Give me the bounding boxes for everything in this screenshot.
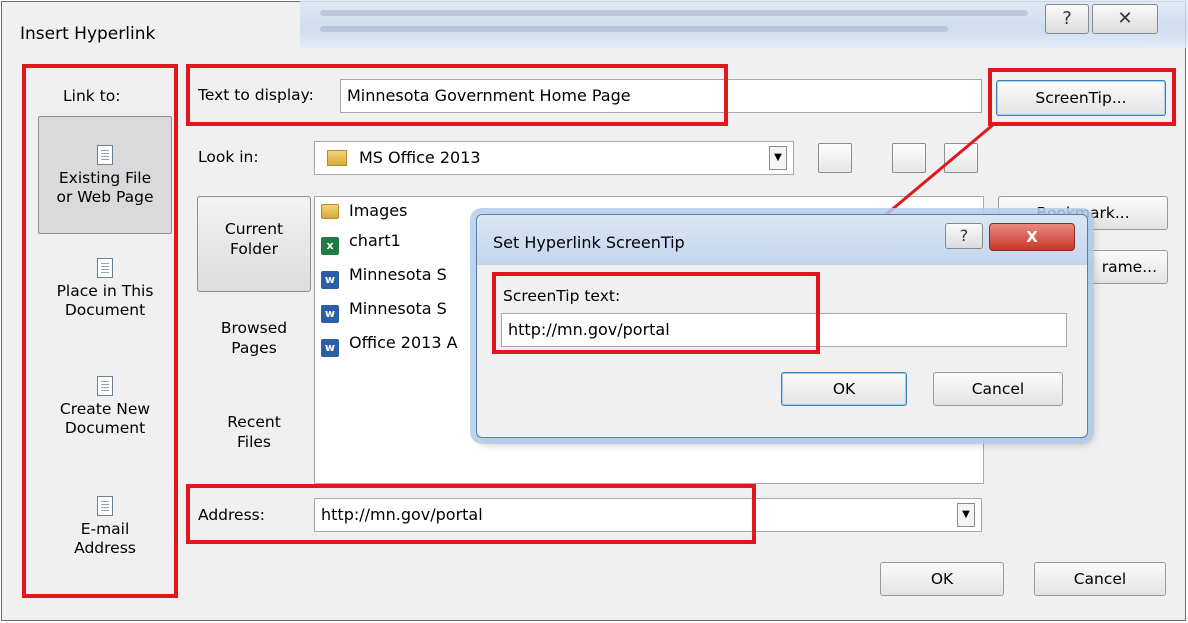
folder-icon	[321, 204, 339, 219]
tab-browsed-pages[interactable]: Browsed Pages	[197, 318, 311, 378]
help-icon: ?	[959, 226, 969, 245]
help-button[interactable]: ?	[1045, 4, 1089, 34]
close-icon: ✕	[1117, 8, 1133, 29]
dialog-title: Insert Hyperlink	[20, 24, 156, 44]
screentip-cancel-button[interactable]: Cancel	[933, 372, 1063, 406]
ok-button[interactable]: OK	[880, 562, 1004, 596]
close-icon: X	[1026, 228, 1038, 246]
tab-recent-files[interactable]: Recent Files	[197, 412, 311, 472]
excel-file-icon: x	[321, 237, 339, 255]
file-name: Office 2013 A	[349, 333, 458, 352]
tab-label-line1: Browsed	[220, 319, 288, 337]
look-in-label: Look in:	[198, 148, 259, 166]
file-name: chart1	[349, 231, 401, 250]
tab-label-line2: Folder	[230, 240, 278, 258]
highlight-link-to	[22, 64, 178, 598]
list-item[interactable]: w Minnesota S	[321, 263, 447, 289]
list-item[interactable]: w Minnesota S	[321, 297, 447, 323]
browse-file-button[interactable]	[944, 143, 978, 173]
folder-icon	[327, 150, 347, 166]
screentip-ok-button[interactable]: OK	[781, 372, 907, 406]
highlight-text-to-display	[186, 64, 728, 126]
tab-label-line1: Recent	[227, 413, 281, 431]
chevron-down-icon[interactable]: ▼	[957, 503, 975, 527]
browse-tabs: Current Folder Browsed Pages Recent File…	[197, 196, 311, 484]
browse-web-button[interactable]	[892, 143, 926, 173]
highlight-screentip-text	[492, 272, 820, 354]
word-file-icon: w	[321, 339, 339, 357]
tab-current-folder[interactable]: Current Folder	[197, 196, 311, 292]
tab-label-line2: Pages	[231, 339, 277, 357]
list-item[interactable]: w Office 2013 A	[321, 331, 458, 357]
highlight-screentip-button	[988, 68, 1176, 126]
file-name: Minnesota S	[349, 265, 447, 284]
file-name: Minnesota S	[349, 299, 447, 318]
look-in-select[interactable]: MS Office 2013 ▼	[314, 141, 794, 175]
highlight-address	[186, 484, 756, 544]
chevron-down-icon[interactable]: ▼	[769, 146, 787, 170]
file-name: Images	[349, 201, 408, 220]
cancel-button[interactable]: Cancel	[1034, 562, 1166, 596]
up-folder-button[interactable]	[818, 143, 852, 173]
tab-label-line1: Current	[224, 220, 284, 238]
list-item[interactable]: Images	[321, 199, 407, 223]
list-item[interactable]: x chart1	[321, 229, 401, 255]
word-file-icon: w	[321, 271, 339, 289]
help-icon: ?	[1062, 8, 1072, 29]
look-in-value: MS Office 2013	[359, 148, 481, 167]
close-button[interactable]: ✕	[1092, 4, 1158, 34]
tab-label-line2: Files	[236, 433, 271, 451]
word-file-icon: w	[321, 305, 339, 323]
screentip-close-button[interactable]: X	[989, 223, 1075, 251]
screentip-help-button[interactable]: ?	[945, 223, 983, 249]
screentip-title: Set Hyperlink ScreenTip	[493, 233, 685, 252]
